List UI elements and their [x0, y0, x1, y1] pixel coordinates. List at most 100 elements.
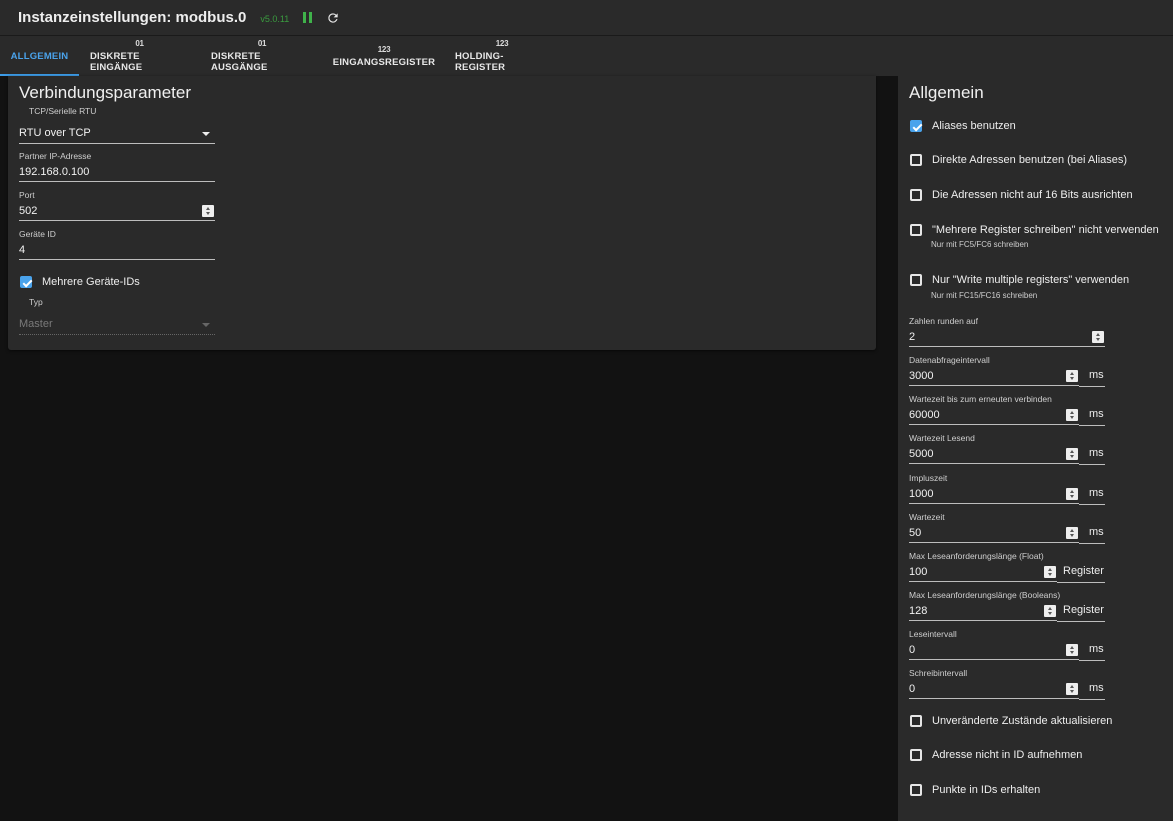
- max-read-float-input[interactable]: 100: [909, 562, 1057, 582]
- pause-icon[interactable]: [303, 11, 315, 24]
- write-interval-field[interactable]: Schreibintervall 0 ms: [909, 668, 1105, 700]
- field-label: Max Leseanforderungslänge (Booleans): [909, 590, 1061, 600]
- checkbox-empty-icon[interactable]: [910, 189, 922, 201]
- read-interval-field[interactable]: Leseintervall 0 ms: [909, 629, 1105, 661]
- no-multi-register-write-checkbox[interactable]: "Mehrere Register schreiben" nicht verwe…: [910, 224, 1159, 236]
- checkbox-empty-icon[interactable]: [910, 715, 922, 727]
- device-id-label: Geräte ID: [19, 229, 56, 239]
- max-read-bool-input[interactable]: 128: [909, 601, 1057, 621]
- checkbox-empty-icon[interactable]: [910, 224, 922, 236]
- aliases-checkbox[interactable]: Aliases benutzen: [910, 120, 1016, 132]
- field-label: Max Leseanforderungslänge (Float): [909, 551, 1044, 561]
- spinner-icon[interactable]: [1044, 566, 1056, 578]
- multi-device-checkbox[interactable]: Mehrere Geräte-IDs: [20, 276, 140, 288]
- binary-icon: 01: [257, 39, 267, 48]
- unit-label: ms: [1089, 526, 1104, 538]
- spinner-icon[interactable]: [1066, 448, 1078, 460]
- read-wait-field[interactable]: Wartezeit Lesend 5000 ms: [909, 433, 1105, 465]
- tab-diskrete-eingaenge[interactable]: 01 DISKRETE EINGÄNGE: [79, 36, 200, 76]
- direct-addresses-checkbox[interactable]: Direkte Adressen benutzen (bei Aliases): [910, 154, 1127, 166]
- round-numbers-input[interactable]: 2: [909, 327, 1105, 347]
- field-value: 3000: [909, 369, 934, 382]
- checkbox-label: Punkte in IDs erhalten: [932, 784, 1041, 796]
- reconnect-wait-input[interactable]: 60000: [909, 405, 1079, 425]
- field-value: 5000: [909, 447, 934, 460]
- checkbox-label: Direkte Adressen benutzen (bei Aliases): [932, 154, 1128, 166]
- tab-diskrete-ausgaenge[interactable]: 01 DISKRETE AUSGÄNGE: [200, 36, 324, 76]
- device-id-input[interactable]: 4: [19, 240, 215, 260]
- checkbox-empty-icon[interactable]: [910, 749, 922, 761]
- connection-panel: Verbindungsparameter TCP/Serielle RTU RT…: [8, 76, 876, 350]
- pulse-time-input[interactable]: 1000: [909, 484, 1079, 504]
- field-value: 100: [909, 565, 928, 578]
- spinner-icon[interactable]: [1044, 605, 1056, 617]
- unit-label: ms: [1089, 487, 1104, 499]
- reload-icon[interactable]: [326, 11, 340, 25]
- field-value: 0: [909, 682, 916, 695]
- connection-type-value: RTU over TCP: [19, 126, 91, 139]
- poll-interval-input[interactable]: 3000: [909, 366, 1079, 386]
- reconnect-wait-field[interactable]: Wartezeit bis zum erneuten verbinden 600…: [909, 394, 1105, 426]
- read-wait-input[interactable]: 5000: [909, 444, 1079, 464]
- field-value: 60000: [909, 408, 940, 421]
- checkbox-checked-icon[interactable]: [20, 276, 32, 288]
- keep-dots-checkbox[interactable]: Punkte in IDs erhalten: [910, 784, 1040, 796]
- spinner-icon[interactable]: [1092, 331, 1104, 343]
- write-interval-input[interactable]: 0: [909, 679, 1079, 699]
- field-value: 50: [909, 526, 922, 539]
- port-field[interactable]: Port 502: [19, 190, 215, 221]
- title-bar: Instanzeinstellungen: modbus.0 v5.0.11: [0, 0, 1173, 36]
- pulse-time-field[interactable]: Impluszeit 1000 ms: [909, 473, 1105, 505]
- tab-allgemein[interactable]: ALLGEMEIN: [0, 36, 79, 76]
- tab-holding-register[interactable]: 123 HOLDING-REGISTER: [444, 36, 560, 76]
- update-unchanged-checkbox[interactable]: Unveränderte Zustände aktualisieren: [910, 715, 1112, 727]
- spinner-icon[interactable]: [1066, 409, 1078, 421]
- spinner-icon[interactable]: [202, 205, 214, 217]
- partner-ip-field[interactable]: Partner IP-Adresse 192.168.0.100: [19, 151, 215, 182]
- wait-time-field[interactable]: Wartezeit 50 ms: [909, 512, 1105, 544]
- max-read-float-field[interactable]: Max Leseanforderungslänge (Float) 100 Re…: [909, 551, 1105, 583]
- general-panel: Allgemein Aliases benutzen Direkte Adres…: [898, 76, 1173, 821]
- field-label: Wartezeit Lesend: [909, 433, 975, 443]
- no-16bit-align-checkbox[interactable]: Die Adressen nicht auf 16 Bits ausrichte…: [910, 189, 1133, 201]
- field-label: Wartezeit bis zum erneuten verbinden: [909, 394, 1052, 404]
- unit-label: ms: [1089, 369, 1104, 381]
- checkbox-label: Aliases benutzen: [932, 120, 1016, 132]
- wait-time-input[interactable]: 50: [909, 523, 1079, 543]
- unit-label: ms: [1089, 447, 1104, 459]
- typ-value: Master: [19, 317, 53, 330]
- spinner-icon[interactable]: [1066, 683, 1078, 695]
- spinner-icon[interactable]: [1066, 370, 1078, 382]
- partner-ip-label: Partner IP-Adresse: [19, 151, 92, 161]
- max-read-bool-field[interactable]: Max Leseanforderungslänge (Booleans) 128…: [909, 590, 1105, 622]
- tab-bar: ALLGEMEIN 01 DISKRETE EINGÄNGE 01 DISKRE…: [0, 36, 1173, 76]
- checkbox-label: "Mehrere Register schreiben" nicht verwe…: [932, 224, 1159, 236]
- spinner-icon[interactable]: [1066, 644, 1078, 656]
- connection-type-select[interactable]: RTU over TCP: [19, 114, 215, 144]
- unit-label: Register: [1063, 604, 1104, 616]
- read-interval-input[interactable]: 0: [909, 640, 1079, 660]
- typ-select: Master: [19, 305, 215, 335]
- checkbox-empty-icon[interactable]: [910, 274, 922, 286]
- unit-label: ms: [1089, 643, 1104, 655]
- connection-heading: Verbindungsparameter: [19, 83, 192, 102]
- checkbox-checked-icon[interactable]: [910, 120, 922, 132]
- only-write-multiple-checkbox[interactable]: Nur "Write multiple registers" verwenden: [910, 274, 1129, 286]
- poll-interval-field[interactable]: Datenabfrageintervall 3000 ms: [909, 355, 1105, 387]
- partner-ip-input[interactable]: 192.168.0.100: [19, 162, 215, 182]
- checkbox-label: Unveränderte Zustände aktualisieren: [932, 715, 1113, 727]
- tab-label: DISKRETE AUSGÄNGE: [211, 51, 268, 73]
- checkbox-empty-icon[interactable]: [910, 154, 922, 166]
- tab-eingangsregister[interactable]: 123 EINGANGSREGISTER: [324, 36, 444, 76]
- round-numbers-field[interactable]: Zahlen runden auf 2: [909, 316, 1105, 347]
- helper-text: Nur mit FC5/FC6 schreiben: [931, 240, 1029, 249]
- spinner-icon[interactable]: [1066, 527, 1078, 539]
- port-input[interactable]: 502: [19, 201, 215, 221]
- general-heading: Allgemein: [909, 83, 984, 102]
- spinner-icon[interactable]: [1066, 488, 1078, 500]
- address-not-in-id-checkbox[interactable]: Adresse nicht in ID aufnehmen: [910, 749, 1082, 761]
- checkbox-empty-icon[interactable]: [910, 784, 922, 796]
- chevron-down-icon: [202, 323, 210, 327]
- device-id-field[interactable]: Geräte ID 4: [19, 229, 215, 260]
- checkbox-label: Die Adressen nicht auf 16 Bits ausrichte…: [932, 189, 1133, 201]
